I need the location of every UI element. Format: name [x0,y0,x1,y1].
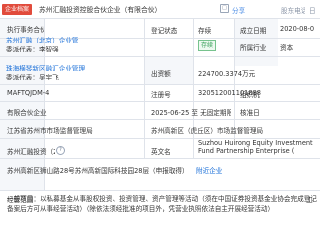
company-title[interactable]: 苏州汇融投资控股合伙企业（有限合伙） [39,4,219,14]
partner-label: 执行事务合伙人 [7,26,44,33]
org-label: 组织机 [240,91,260,98]
divider-5 [0,119,320,120]
approve-label: 核准日 [240,109,260,116]
vline-3 [193,19,194,158]
partner-sub-1: 委派代表：李智强 [6,46,59,52]
partner-sub-2: 委派代表：吴宇飞 [6,74,59,80]
english-label: 英文名 [151,148,171,155]
capital-label: 出资额 [151,70,171,77]
company-profile-page: 企业档案 苏州汇融投资控股合伙企业（有限合伙） □ 分享 股东电话 日 执行事务… [0,0,320,240]
info-icon: ? [56,146,65,155]
former-name-label: 苏州汇融投资（2） [7,148,55,155]
phone-link[interactable]: 股东电话 [281,5,305,14]
partner-link-2[interactable]: 珠海横琴新区融汇企业管理咨询有限公司 [6,63,85,71]
type-label: 有限合伙企业 [7,109,47,116]
divider-8 [0,190,320,191]
status-label: 登记状态 [151,27,178,34]
registration-label: 注册号 [151,91,171,98]
date-label: 成立日期 [240,27,267,34]
english-name: Suzhou Huirong Equity Investment Fund Pa… [198,139,313,155]
period-value: 2025-06-25 至 无固定期限 [151,109,231,116]
vline-2 [144,19,145,158]
divider-2 [0,56,320,57]
vline-4 [234,19,235,138]
share-link[interactable]: 分享 [232,5,254,14]
nearby-companies-link[interactable]: 附近企业 [196,165,230,174]
divider-3 [0,84,320,85]
divider-7 [0,158,320,159]
status-tag: 存续 [198,40,217,51]
divider-4 [0,101,320,102]
date-value: 2020-08-0 [280,25,315,33]
scope-cut-text: 工 [306,196,313,203]
address-value: 苏州高新区狮山路28号苏州高新国际科技园28层（申报取得） [7,167,189,174]
industry-label: 所属行业 [240,44,267,51]
profile-badge: 企业档案 [2,4,33,15]
authority-label: 江苏省苏州市市场监督管理局 [7,127,93,134]
copy-icon[interactable]: □ [220,4,229,13]
industry-value: 资本 [280,44,294,51]
status-value: 存续 [198,27,212,34]
reg-auth-value: 苏州高新区（虎丘区）市场监督管理局 [151,127,264,134]
scope-value: 一般项目：以私募基金从事股权投资、投资管理、资产管理等活动（须在中国证券投资基金… [7,195,317,213]
capital-value: 224700.3374万元 [198,70,256,77]
right-truncation: 日 [309,7,316,14]
partner-link-1[interactable]: 苏州汇融（北京）企业管理有限公司 [6,35,78,43]
code-label: MAFTQJDM-4 [7,89,50,97]
